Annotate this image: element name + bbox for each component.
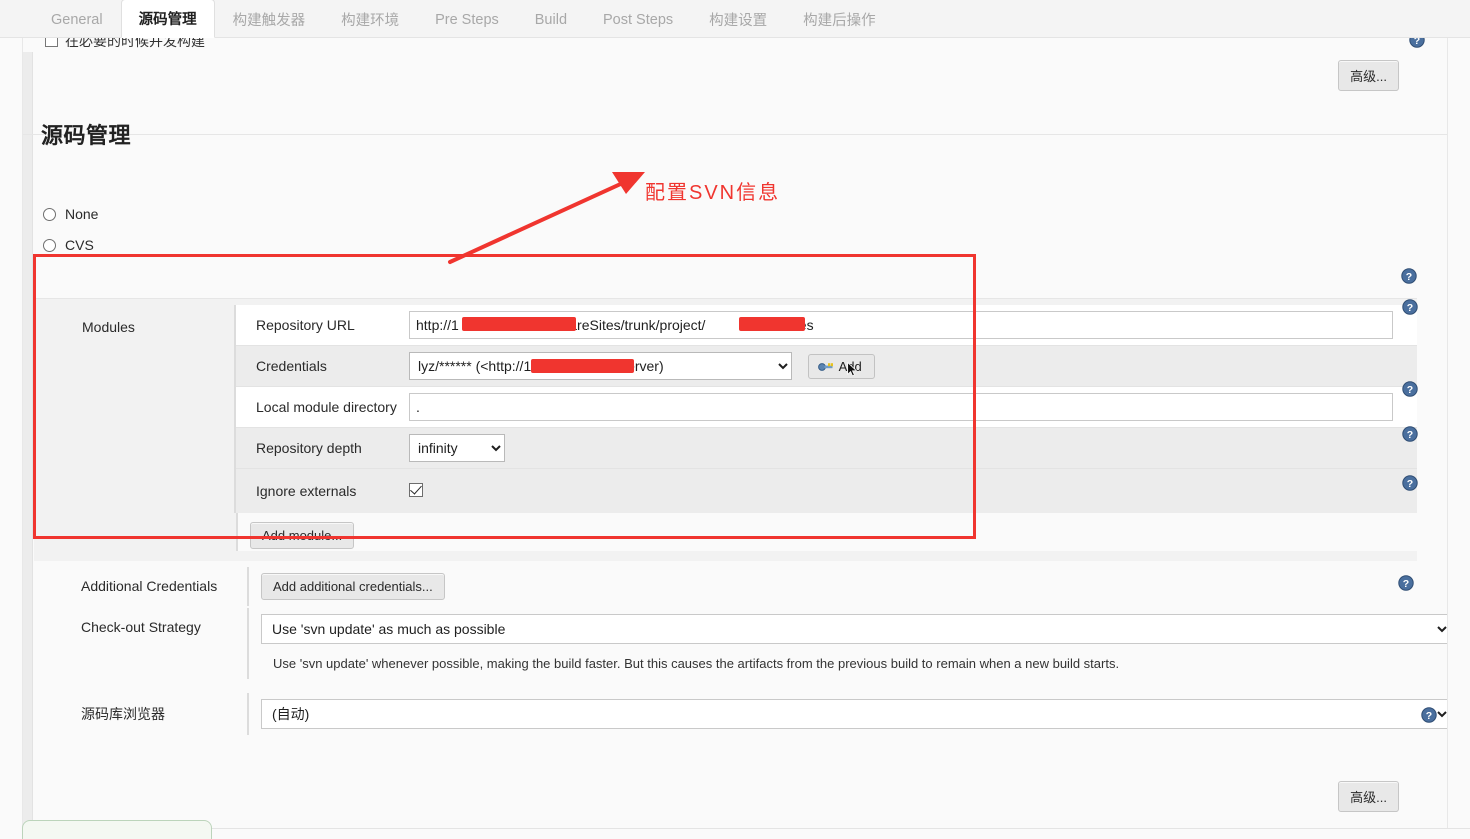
tab-构建环境[interactable]: 构建环境: [323, 0, 417, 38]
tab-build[interactable]: Build: [517, 0, 585, 38]
checkout-strategy-row: Check-out Strategy Use 'svn update' as m…: [81, 608, 1447, 679]
add-credentials-label: Add: [838, 358, 862, 374]
svg-text:?: ?: [1403, 578, 1409, 590]
repository-browser-select[interactable]: (自动)ViewSVNWebSVNSventonFishEye: [261, 699, 1447, 729]
ignore-externals-label: Ignore externals: [256, 483, 357, 499]
ignore-externals-row: Ignore externals ?: [236, 469, 1418, 513]
help-icon[interactable]: ?: [1409, 38, 1425, 48]
help-icon[interactable]: ?: [1402, 474, 1418, 491]
local-module-directory-row: Local module directory ?: [236, 381, 1418, 428]
svg-text:?: ?: [1407, 302, 1413, 314]
tab-post-steps[interactable]: Post Steps: [585, 0, 691, 38]
help-icon[interactable]: ?: [1421, 707, 1437, 723]
advanced-button-top[interactable]: 高级...: [1338, 60, 1399, 91]
credentials-row: Credentials lyz/****** (<http://1 > Visu…: [236, 346, 1417, 387]
local-module-directory-input[interactable]: [409, 393, 1393, 421]
help-icon[interactable]: ?: [1402, 381, 1418, 397]
tab-label: 构建后操作: [803, 13, 876, 29]
config-main-pane: 在必要的时候并发构建 ? 高级... 源码管理 NoneCVSCVS Proje…: [22, 38, 1448, 828]
tab-pre-steps[interactable]: Pre Steps: [417, 0, 517, 38]
add-additional-credentials-button[interactable]: Add additional credentials...: [261, 573, 445, 600]
concurrent-build-checkbox[interactable]: [45, 38, 58, 47]
scm-option-label: CVS: [65, 237, 94, 253]
tab-label: Post Steps: [603, 11, 674, 28]
section-divider: [23, 134, 1447, 135]
tab-构建设置[interactable]: 构建设置: [691, 0, 785, 38]
tab-general[interactable]: General: [33, 0, 121, 38]
module-fields: Repository URL ?: [234, 299, 1418, 513]
page-title: 源码管理: [41, 123, 132, 148]
scm-option-cvs[interactable]: CVS: [43, 237, 94, 253]
svg-text:?: ?: [1414, 38, 1420, 47]
config-tab-bar: General 源码管理 构建触发器 构建环境 Pre Steps Build Post S…: [0, 0, 1470, 38]
jenkins-job-config-page: General 源码管理 构建触发器 构建环境 Pre Steps Build Post S…: [0, 0, 1470, 839]
tab-构建触发器[interactable]: 构建触发器: [215, 0, 324, 38]
left-gutter: [23, 52, 33, 828]
tab-label: Pre Steps: [435, 11, 499, 28]
local-module-directory-label: Local module directory: [256, 399, 397, 415]
advanced-button-bottom[interactable]: 高级...: [1338, 781, 1399, 812]
help-icon[interactable]: ?: [1402, 299, 1418, 315]
radio-button[interactable]: [43, 238, 56, 252]
repository-browser-row: 源码库浏览器 (自动)ViewSVNWebSVNSventonFishEye ?: [81, 693, 1447, 735]
tab-label: 源码管理: [138, 12, 197, 28]
credentials-select[interactable]: lyz/****** (<http://1 > VisualSVN Server…: [409, 352, 792, 380]
help-icon[interactable]: ?: [1402, 426, 1418, 442]
scm-option-label: None: [65, 206, 99, 222]
repository-depth-label: Repository depth: [256, 440, 362, 456]
scm-option-none[interactable]: None: [43, 206, 98, 222]
credentials-label: Credentials: [256, 358, 327, 374]
svg-text:?: ?: [1407, 429, 1413, 441]
modules-panel: Modules Repository URL http://1 svn/care…: [34, 298, 1418, 561]
checkout-strategy-description: Use 'svn update' whenever possible, maki…: [273, 656, 1120, 671]
tab-label: Build: [534, 11, 568, 28]
repository-depth-select[interactable]: infinityemptyfilesimmediatesunknown: [409, 434, 505, 462]
additional-credentials-row: Additional Credentials Add additional cr…: [81, 567, 1428, 606]
subversion-config-block: ? Modules Repository URL http://1 svn/ca…: [33, 254, 1447, 735]
add-module-button[interactable]: Add module...: [250, 522, 355, 549]
modules-label: Modules: [82, 319, 135, 335]
svg-text:?: ?: [1406, 271, 1412, 283]
concurrent-build-label: 在必要的时候并发构建: [65, 38, 205, 49]
svg-text:?: ?: [1426, 710, 1432, 722]
additional-credentials-label: Additional Credentials: [81, 578, 218, 594]
tab-源码管理[interactable]: 源码管理: [120, 0, 215, 38]
add-module-row: Add module...: [236, 513, 1417, 551]
ignore-externals-checkbox[interactable]: [409, 482, 423, 497]
repository-url-label: Repository URL: [256, 317, 355, 333]
radio-button[interactable]: [43, 207, 56, 221]
svg-text:?: ?: [1407, 478, 1413, 490]
svg-text:?: ?: [1407, 384, 1413, 396]
tab-label: 构建环境: [341, 13, 400, 29]
help-icon[interactable]: ?: [1398, 575, 1414, 591]
subversion-radio-row-host: ?: [33, 254, 1428, 298]
repository-depth-row: Repository depth infinityemptyfilesimmed…: [236, 426, 1418, 469]
tab-构建后操作[interactable]: 构建后操作: [785, 0, 894, 38]
tab-label: 构建设置: [709, 13, 768, 29]
key-icon: [817, 363, 833, 371]
checkout-strategy-label: Check-out Strategy: [81, 619, 201, 635]
repository-url-input[interactable]: [409, 311, 1393, 339]
checkout-strategy-select[interactable]: Use 'svn update' as much as possibleAlwa…: [261, 614, 1447, 644]
bottom-divider: [212, 828, 1470, 829]
repository-url-row: Repository URL ?: [236, 299, 1418, 346]
repository-browser-label: 源码库浏览器: [81, 706, 165, 722]
tab-label: General: [51, 11, 103, 28]
add-credentials-button[interactable]: Add: [807, 353, 875, 379]
tab-label: 构建触发器: [232, 13, 306, 29]
floating-save-bar[interactable]: [22, 820, 212, 839]
help-icon[interactable]: ?: [1401, 268, 1417, 284]
concurrent-build-row[interactable]: 在必要的时候并发构建: [23, 38, 1447, 52]
